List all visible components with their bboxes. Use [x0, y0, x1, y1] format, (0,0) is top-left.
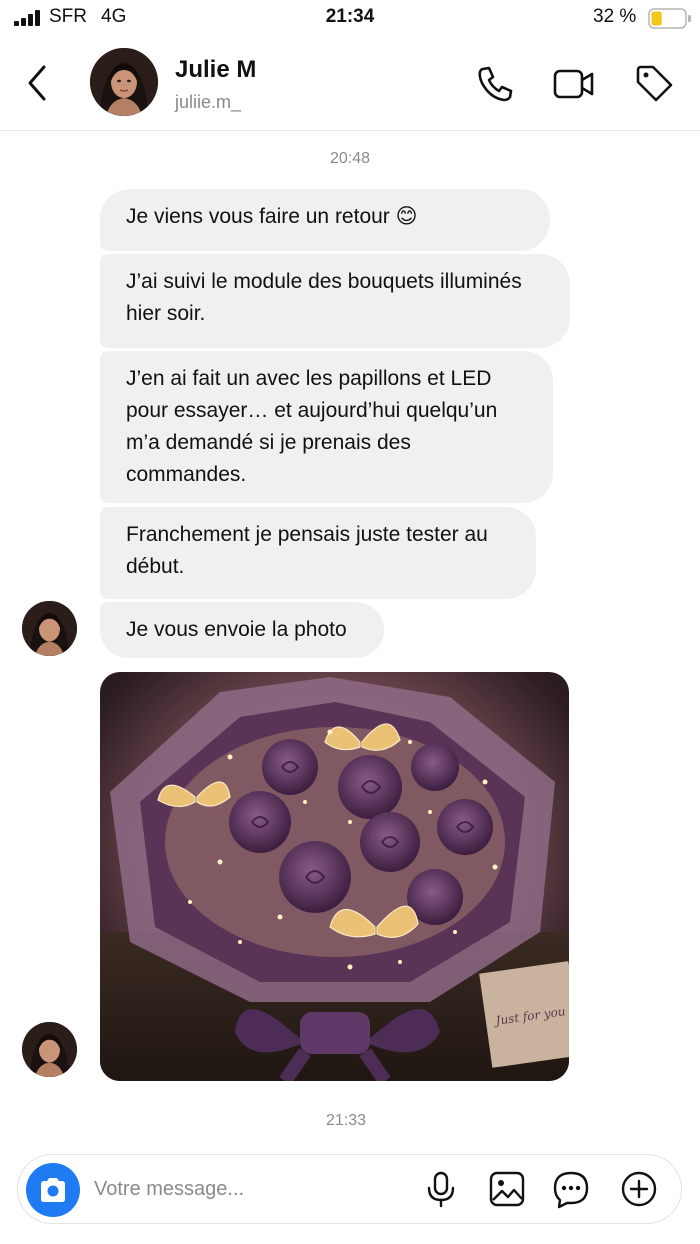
message-bubble[interactable]: Franchement je pensais juste tester au d… — [100, 507, 536, 599]
sender-avatar[interactable] — [22, 601, 77, 656]
message-composer — [17, 1154, 682, 1224]
message-bubble[interactable]: Je vous envoie la photo — [100, 602, 384, 658]
contact-avatar[interactable] — [90, 48, 158, 116]
message-input[interactable] — [94, 1169, 404, 1209]
camera-button[interactable] — [26, 1163, 80, 1217]
battery-percent: 32 % — [593, 6, 637, 27]
camera-icon — [41, 1178, 65, 1202]
message-bubble[interactable]: Je viens vous faire un retour 😊 — [100, 189, 550, 251]
tag-icon[interactable] — [634, 64, 676, 104]
contact-username: juliie.m_ — [175, 92, 242, 112]
microphone-icon[interactable] — [421, 1169, 461, 1209]
message-text: Je viens vous faire un retour 😊 — [126, 205, 418, 228]
add-icon[interactable] — [619, 1169, 659, 1209]
bouquet-photo[interactable]: Just for you — [100, 672, 569, 1081]
contact-name[interactable]: Julie M — [175, 56, 256, 84]
battery-icon — [648, 8, 691, 29]
sender-avatar[interactable] — [22, 1022, 77, 1077]
message-text: J’ai suivi le module des bouquets illumi… — [126, 270, 522, 325]
message-bubble[interactable]: J’en ai fait un avec les papillons et LE… — [100, 351, 553, 503]
message-text: Je vous envoie la photo — [126, 618, 347, 641]
sticker-icon[interactable] — [551, 1169, 591, 1209]
status-bar: SFR 4G 21:34 32 % — [0, 0, 700, 36]
timestamp-separator: 21:33 — [325, 1112, 367, 1129]
message-text: Franchement je pensais juste tester au d… — [126, 523, 488, 578]
video-icon[interactable] — [553, 64, 595, 104]
message-bubble[interactable]: J’ai suivi le module des bouquets illumi… — [100, 254, 570, 348]
back-icon[interactable] — [22, 64, 54, 102]
chat-header: Julie M juliie.m_ — [0, 36, 700, 131]
timestamp-separator: 20:48 — [329, 150, 371, 167]
message-thread[interactable]: 20:48 Je viens vous faire un retour 😊 J’… — [0, 132, 700, 1142]
message-text: J’en ai fait un avec les papillons et LE… — [126, 367, 498, 486]
gallery-icon[interactable] — [487, 1169, 527, 1209]
phone-icon[interactable] — [474, 64, 516, 104]
